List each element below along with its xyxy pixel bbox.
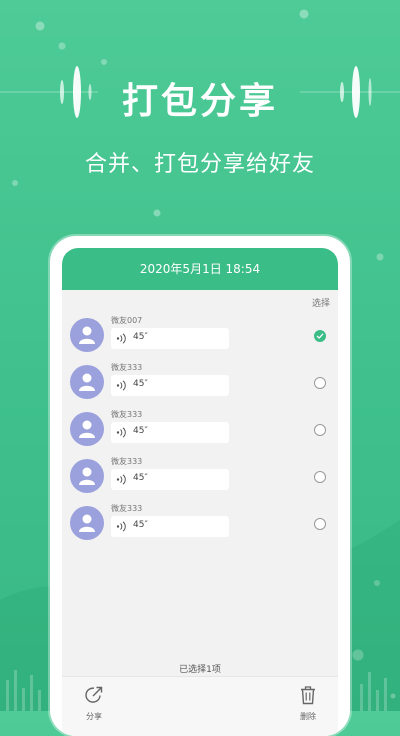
phone-screen: 2020年5月1日 18:54 选择 微友007 45″ 微友333 45″ 微… [62,248,338,736]
sender-name: 微友333 [111,457,143,466]
voice-duration: 45″ [133,426,148,436]
voice-duration: 45″ [133,473,148,483]
person-icon [79,420,95,438]
select-checkbox[interactable] [314,471,326,483]
select-checkbox[interactable] [314,377,326,389]
list-item[interactable]: 微友333 45″ [70,410,332,452]
select-checkbox[interactable] [314,424,326,436]
delete-label: 删除 [300,712,316,721]
list-item[interactable]: 微友333 45″ [70,457,332,499]
sender-name: 微友333 [111,363,143,372]
share-icon [85,686,103,703]
voice-message-bubble[interactable]: 45″ [111,516,229,537]
selected-count: 已选择1项 [179,665,221,675]
voice-wave-icon [116,333,126,344]
sender-name: 微友333 [111,504,143,513]
voice-wave-icon [116,427,126,438]
voice-wave-icon [116,474,126,485]
voice-message-bubble[interactable]: 45″ [111,469,229,490]
avatar [70,365,104,399]
voice-duration: 45″ [133,379,148,389]
avatar [70,412,104,446]
voice-wave-icon [116,521,126,532]
voice-message-bubble[interactable]: 45″ [111,422,229,443]
voice-wave-icon [116,380,126,391]
person-icon [79,467,95,485]
chat-header-datetime: 2020年5月1日 18:54 [62,248,338,290]
share-button[interactable]: 分享 [74,685,114,722]
share-label: 分享 [86,712,102,721]
select-toggle[interactable]: 选择 [312,296,330,309]
select-checkbox[interactable] [314,518,326,530]
voice-duration: 45″ [133,520,148,530]
select-checkbox[interactable] [314,330,326,342]
person-icon [79,373,95,391]
avatar [70,506,104,540]
subheadline: 合并、打包分享给好友 [84,152,315,177]
person-icon [79,326,95,344]
person-icon [79,514,95,532]
trash-icon [301,686,315,705]
avatar [70,459,104,493]
sender-name: 微友007 [111,316,143,325]
delete-button[interactable]: 删除 [288,685,328,722]
list-item[interactable]: 微友007 45″ [70,316,332,358]
list-item[interactable]: 微友333 45″ [70,363,332,405]
voice-duration: 45″ [133,332,148,342]
sender-name: 微友333 [111,410,143,419]
headline: 打包分享 [121,81,278,122]
bottom-toolbar: 分享 删除 [62,676,338,736]
phone-mockup: 2020年5月1日 18:54 选择 微友007 45″ 微友333 45″ 微… [50,236,350,736]
voice-message-bubble[interactable]: 45″ [111,375,229,396]
avatar [70,318,104,352]
list-item[interactable]: 微友333 45″ [70,504,332,546]
voice-message-bubble[interactable]: 45″ [111,328,229,349]
check-icon [316,333,324,339]
